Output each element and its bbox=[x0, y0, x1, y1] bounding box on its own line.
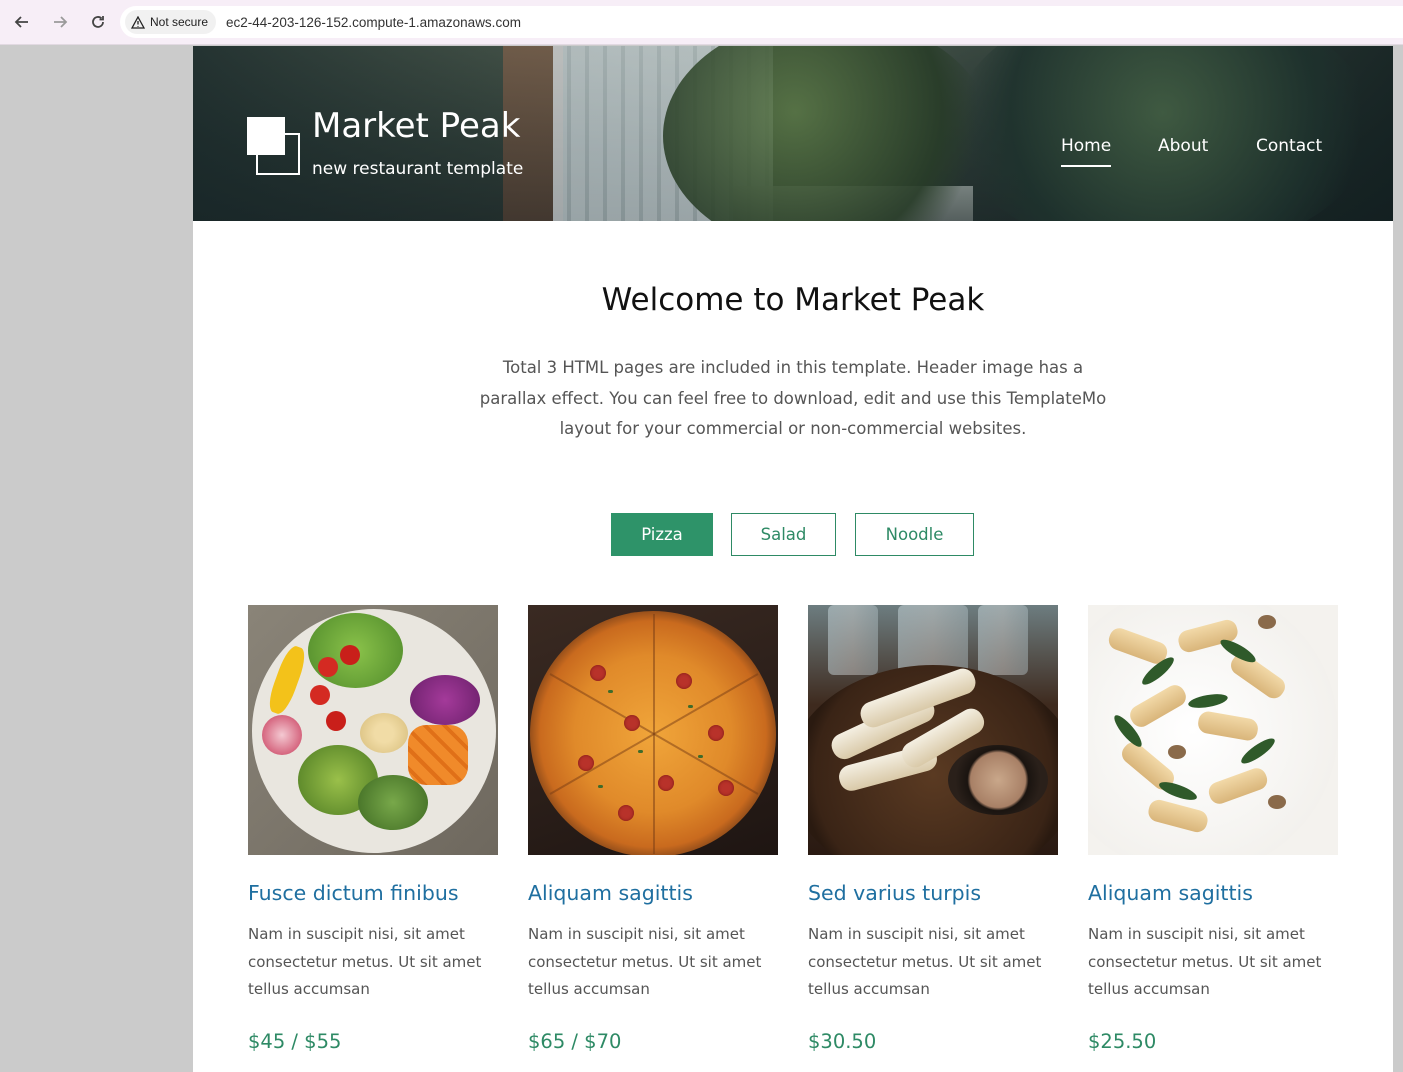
menu-item-card: Sed varius turpis Nam in suscipit nisi, … bbox=[808, 605, 1058, 1053]
item-description: Nam in suscipit nisi, sit amet consectet… bbox=[1088, 925, 1322, 998]
back-button[interactable] bbox=[10, 10, 34, 34]
item-price: $65 / $70 bbox=[528, 1029, 622, 1053]
item-price: $25.50 bbox=[1088, 1029, 1157, 1053]
menu-item-card: Aliquam sagittis Nam in suscipit nisi, s… bbox=[528, 605, 778, 1053]
arrow-left-icon bbox=[14, 16, 28, 28]
item-title[interactable]: Aliquam sagittis bbox=[528, 881, 778, 905]
item-description: Nam in suscipit nisi, sit amet consectet… bbox=[528, 925, 762, 998]
item-price: $45 / $55 bbox=[248, 1029, 342, 1053]
food-image-pasta[interactable] bbox=[1088, 605, 1338, 855]
item-price: $30.50 bbox=[808, 1029, 877, 1053]
header-banner: Market Peak new restaurant template Home… bbox=[193, 46, 1393, 221]
page-content: Market Peak new restaurant template Home… bbox=[193, 46, 1393, 1072]
address-bar[interactable]: Not secure ec2-44-203-126-152.compute-1.… bbox=[120, 6, 1403, 38]
nav-home[interactable]: Home bbox=[1061, 134, 1112, 167]
tab-noodle[interactable]: Noodle bbox=[855, 513, 974, 556]
security-label: Not secure bbox=[150, 15, 209, 29]
toolbar-divider bbox=[0, 44, 1403, 45]
menu-items: Fusce dictum finibus Nam in suscipit nis… bbox=[248, 605, 1338, 1072]
nav-contact[interactable]: Contact bbox=[1256, 134, 1322, 158]
menu-item-card: Fusce dictum finibus Nam in suscipit nis… bbox=[248, 605, 498, 1053]
item-description: Nam in suscipit nisi, sit amet consectet… bbox=[248, 925, 482, 998]
welcome-heading: Welcome to Market Peak bbox=[601, 282, 985, 318]
tab-pizza[interactable]: Pizza bbox=[611, 513, 713, 556]
browser-toolbar: Not secure ec2-44-203-126-152.compute-1.… bbox=[0, 0, 1403, 44]
welcome-text: Total 3 HTML pages are included in this … bbox=[479, 358, 1107, 438]
menu-tabs: Pizza Salad Noodle bbox=[193, 513, 1393, 559]
menu-item-card: Aliquam sagittis Nam in suscipit nisi, s… bbox=[1088, 605, 1338, 1053]
item-title[interactable]: Fusce dictum finibus bbox=[248, 881, 498, 905]
tab-salad[interactable]: Salad bbox=[731, 513, 836, 556]
arrow-right-icon bbox=[54, 16, 68, 28]
food-image-squid[interactable] bbox=[808, 605, 1058, 855]
main-nav: Home About Contact bbox=[193, 134, 1393, 174]
nav-about[interactable]: About bbox=[1158, 134, 1208, 158]
food-image-salad[interactable] bbox=[248, 605, 498, 855]
warning-icon bbox=[131, 15, 145, 29]
forward-button[interactable] bbox=[48, 10, 72, 34]
reload-button[interactable] bbox=[86, 10, 110, 34]
security-indicator[interactable]: Not secure bbox=[125, 10, 217, 34]
food-image-pizza[interactable] bbox=[528, 605, 778, 855]
reload-icon bbox=[92, 16, 104, 28]
item-title[interactable]: Sed varius turpis bbox=[808, 881, 1058, 905]
url-text[interactable]: ec2-44-203-126-152.compute-1.amazonaws.c… bbox=[226, 15, 521, 30]
item-description: Nam in suscipit nisi, sit amet consectet… bbox=[808, 925, 1042, 998]
item-title[interactable]: Aliquam sagittis bbox=[1088, 881, 1338, 905]
